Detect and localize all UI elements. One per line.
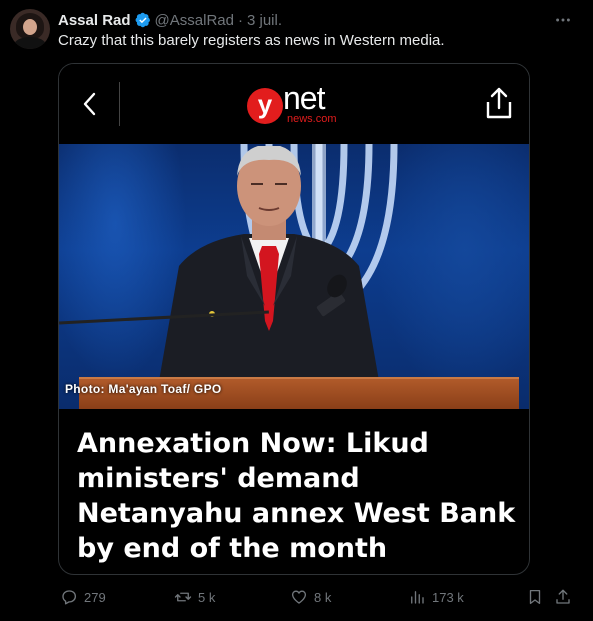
avatar[interactable] xyxy=(10,9,50,49)
view-count: 173 k xyxy=(432,589,464,605)
article-photo: Photo: Ma'ayan Toaf/ GPO xyxy=(59,144,529,409)
previous-tweet-strip xyxy=(0,0,593,8)
views-button[interactable]: 173 k xyxy=(408,586,464,608)
photo-credit: Photo: Ma'ayan Toaf/ GPO xyxy=(65,382,222,396)
bookmark-button[interactable] xyxy=(526,586,544,608)
like-button[interactable]: 8 k xyxy=(290,586,331,608)
author-name[interactable]: Assal Rad xyxy=(58,12,131,29)
upload-icon xyxy=(556,589,570,604)
like-count: 8 k xyxy=(314,589,332,605)
more-icon[interactable] xyxy=(553,10,573,30)
tweet-text: Crazy that this barely registers as news… xyxy=(58,32,445,49)
logo-word: net xyxy=(283,80,325,116)
repost-icon xyxy=(174,592,192,602)
meta-separator: · xyxy=(237,11,243,29)
chevron-left-icon[interactable] xyxy=(79,90,101,118)
reply-button[interactable]: 279 xyxy=(60,586,106,608)
heart-icon xyxy=(291,590,307,604)
cropped-repost-line xyxy=(32,0,212,6)
media-card[interactable]: y net news.com Photo: Ma'ayan Toaf/ GPO … xyxy=(58,63,530,575)
share-icon[interactable] xyxy=(483,86,515,120)
reply-icon xyxy=(62,590,77,605)
repost-button[interactable]: 5 k xyxy=(174,586,215,608)
tweet-header: Assal Rad @AssalRad · 3 juil. xyxy=(58,11,282,29)
logo-subtext: news.com xyxy=(287,113,337,125)
bookmark-icon xyxy=(529,589,541,605)
tweet-action-bar: 279 5 k 8 k 173 k xyxy=(58,586,578,608)
tweet-date[interactable]: 3 juil. xyxy=(247,12,282,29)
repost-count: 5 k xyxy=(198,589,216,605)
logo-letter: y xyxy=(247,88,283,124)
article-headline: Annexation Now: Likud ministers' demand … xyxy=(77,428,516,564)
speaker-figure xyxy=(159,146,379,381)
upload-button[interactable] xyxy=(554,586,572,608)
reply-count: 279 xyxy=(84,589,106,605)
views-icon xyxy=(411,591,424,604)
header-divider xyxy=(119,82,120,126)
ynet-logo: y net news.com xyxy=(245,80,345,128)
card-app-header: y net news.com xyxy=(59,64,529,144)
author-handle[interactable]: @AssalRad xyxy=(155,12,234,29)
verified-badge-icon[interactable] xyxy=(135,12,151,28)
